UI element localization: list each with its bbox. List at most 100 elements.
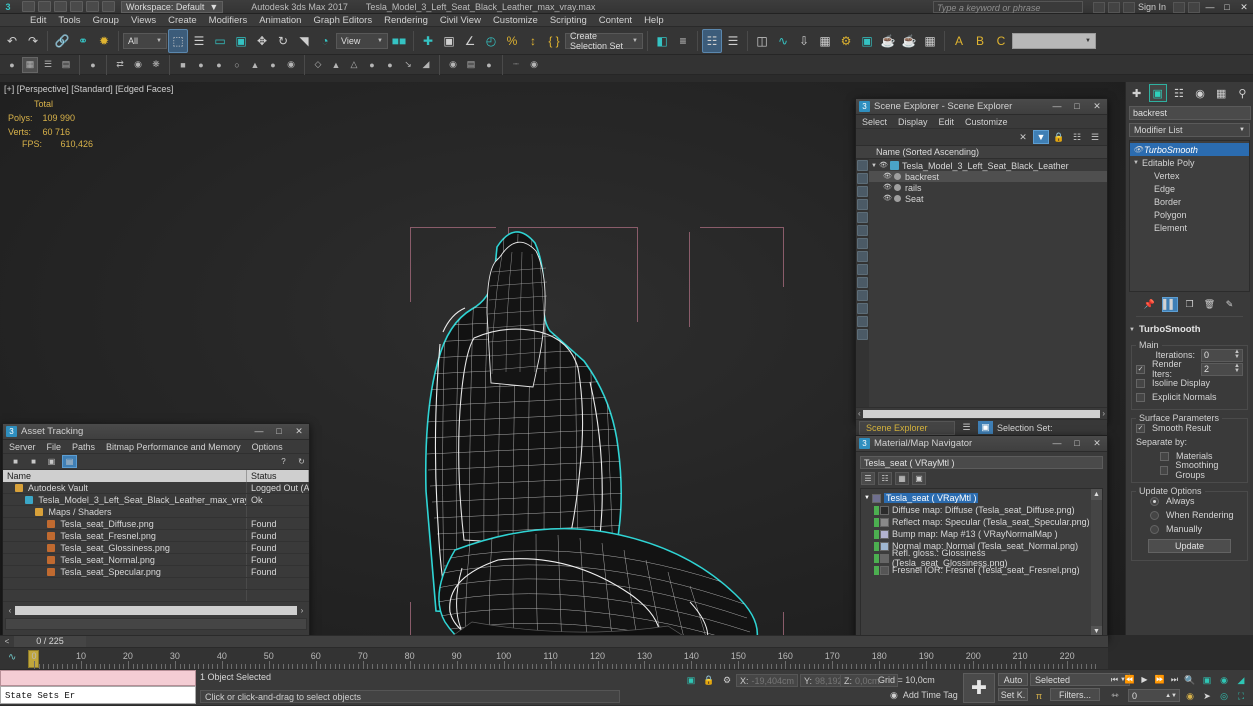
helper-icon[interactable]: ● — [481, 57, 497, 73]
material-tree-list[interactable]: ▼ Tesla_seat ( VRayMtl ) Diffuse map: Di… — [860, 488, 1103, 638]
materials-checkbox[interactable] — [1160, 451, 1169, 461]
lock-icon[interactable]: 🔒 — [1051, 130, 1067, 144]
menu-item-display[interactable]: Display — [898, 117, 928, 127]
render-iters-spinner[interactable]: 2 ▲ ▼ — [1201, 362, 1243, 376]
menu-item-rendering[interactable]: Rendering — [378, 14, 434, 27]
update-button[interactable]: Update — [1148, 539, 1231, 553]
modifier-stack[interactable]: 👁 TurboSmooth ▼ Editable Poly Vertex Edg… — [1129, 140, 1250, 292]
absolute-relative-toggle-icon[interactable]: ⚙ — [720, 674, 734, 687]
list-view-icon[interactable]: ☰ — [861, 472, 875, 485]
view-detail-icon[interactable]: ■ — [26, 455, 41, 468]
table-row[interactable]: Tesla_seat_Normal.png Found — [3, 554, 309, 566]
expand-arrow-icon[interactable]: ▼ — [1133, 160, 1142, 166]
update-manually-row[interactable]: Manually — [1136, 522, 1243, 536]
smoothing-groups-checkbox[interactable] — [1160, 465, 1169, 475]
backface-icon[interactable] — [857, 303, 868, 314]
select-object-button[interactable]: ⬚ — [168, 28, 188, 53]
object-paint-icon[interactable]: ▤ — [58, 57, 74, 73]
cone-primitive-icon[interactable]: ▲ — [247, 57, 263, 73]
material-map-navigator-window[interactable]: 3 Material/Map Navigator — □ ✕ Tesla_sea… — [855, 435, 1108, 640]
table-row[interactable]: Tesla_seat_Glossiness.png Found — [3, 542, 309, 554]
material-tree-row-fresnel[interactable]: Fresnel IOR: Fresnel (Tesla_seat_Fresnel… — [864, 564, 1102, 576]
save-file-icon[interactable] — [54, 1, 67, 12]
select-and-manipulate-button[interactable]: ✚ — [418, 29, 438, 53]
menu-item-group[interactable]: Group — [87, 14, 125, 27]
chamfer-cyl-icon[interactable]: ● — [382, 57, 398, 73]
undo-icon[interactable] — [70, 1, 83, 12]
named-selection-sets-button[interactable]: { } — [544, 29, 564, 53]
placement-tool-button[interactable]: ◔ — [315, 29, 335, 53]
scroll-left-icon[interactable]: ‹ — [858, 409, 861, 418]
freeze-icon[interactable] — [857, 199, 868, 210]
frame-indicator[interactable]: 0 / 225 — [14, 636, 86, 647]
auto-key-button[interactable]: Auto — [998, 673, 1028, 686]
tab-modify[interactable]: ▣ — [1148, 84, 1167, 102]
iterations-spinner[interactable]: 0 ▲ ▼ — [1201, 348, 1243, 362]
current-frame-field[interactable]: 0 ▲▼ — [1128, 689, 1180, 702]
smooth-result-row[interactable]: ✓ Smooth Result — [1136, 421, 1243, 435]
scene-explorer-list[interactable]: ▼ 👁 Tesla_Model_3_Left_Seat_Black_Leathe… — [856, 159, 1107, 407]
maxscript-listener[interactable]: State Sets Er — [0, 670, 196, 706]
array-icon[interactable]: ⇄ — [112, 57, 128, 73]
stack-subobject-vertex[interactable]: Vertex — [1130, 169, 1249, 182]
tab-create[interactable]: ✚ — [1128, 84, 1146, 102]
pyramid-primitive-icon[interactable]: ▲ — [328, 57, 344, 73]
box-mode-icon[interactable] — [857, 225, 868, 236]
selection-filter-dropdown[interactable]: All ▼ — [123, 32, 167, 49]
camera-icon[interactable]: ▤ — [463, 57, 479, 73]
update-manually-radio[interactable] — [1150, 524, 1159, 534]
view-thumbnail-icon[interactable]: ▣ — [44, 455, 59, 468]
column-header-status[interactable]: Status — [247, 470, 309, 482]
viewport-navigation-row1[interactable]: 🔍 ▣ ◉ ◢ — [1182, 673, 1249, 687]
minimize-button[interactable]: — — [1203, 1, 1217, 14]
update-when-rendering-row[interactable]: When Rendering — [1136, 508, 1243, 522]
delete-modifier-icon[interactable]: 🗑 — [1202, 297, 1218, 312]
render-production-button[interactable]: ☕ — [878, 29, 898, 53]
spacing-tool-icon[interactable]: ❋ — [148, 57, 164, 73]
add-time-tag-button[interactable]: ◉ Add Time Tag — [890, 690, 958, 701]
set-key-button[interactable]: ✚ — [963, 673, 995, 703]
walkthrough-icon[interactable]: ➤ — [1199, 689, 1215, 703]
maxscript-input-pink[interactable] — [0, 670, 196, 686]
scene-explorer-column-header[interactable]: Name (Sorted Ascending) — [856, 146, 1107, 159]
undo-button[interactable]: ↶ — [2, 29, 22, 53]
scene-tree-row-rails[interactable]: 👁 rails — [869, 182, 1107, 193]
table-row[interactable]: Tesla_seat_Fresnel.png Found — [3, 530, 309, 542]
material-tree-row-glossiness[interactable]: Refl. gloss.: Glossiness (Tesla_seat_Glo… — [864, 548, 1102, 568]
object-color-swatch[interactable] — [894, 184, 901, 191]
scroll-left-icon[interactable]: ‹ — [5, 606, 15, 615]
minimize-button[interactable]: — — [249, 424, 269, 439]
eye-icon[interactable]: 👁 — [883, 183, 892, 192]
modeling-icon[interactable]: ● — [4, 57, 20, 73]
expand-arrow-icon[interactable]: ▼ — [864, 495, 870, 501]
coord-x-field[interactable]: X: -19,404cm — [736, 674, 798, 687]
play-animation-button[interactable]: ▶ — [1138, 673, 1151, 686]
render-iters-checkbox[interactable]: ✓ — [1136, 364, 1145, 374]
align-button[interactable]: ≡ — [673, 29, 693, 53]
eye-icon[interactable]: 👁 — [883, 194, 892, 203]
isoline-display-checkbox[interactable] — [1136, 378, 1145, 388]
menu-item-customize[interactable]: Customize — [965, 117, 1008, 127]
tab-motion[interactable]: ◉ — [1191, 84, 1209, 102]
pin-stack-icon[interactable]: 📌 — [1142, 297, 1158, 312]
sign-in-button[interactable]: Sign In — [1138, 2, 1166, 12]
key-filters-button[interactable]: Filters... — [1050, 688, 1100, 701]
cylinder-primitive-icon[interactable]: ● — [211, 57, 227, 73]
app-store-icon[interactable] — [1122, 1, 1135, 13]
scroll-up-icon[interactable]: ▲ — [1091, 489, 1102, 500]
command-panel[interactable]: ✚ ▣ ☷ ◉ ▦ ⚲ Modifier List ▼ 👁 TurboSmoot… — [1125, 82, 1253, 635]
menu-item-paths[interactable]: Paths — [72, 442, 95, 452]
stack-subobject-border[interactable]: Border — [1130, 195, 1249, 208]
tab-hierarchy[interactable]: ☷ — [1170, 84, 1188, 102]
object-color-swatch[interactable] — [894, 173, 901, 180]
list-icons-view-icon[interactable]: ☷ — [878, 472, 892, 485]
playback-controls[interactable]: ⏮ ⏪ ▶ ⏩ ⏭ — [1108, 673, 1181, 686]
go-to-start-button[interactable]: ⏮ — [1108, 673, 1121, 686]
material-slot-b-button[interactable]: B — [970, 29, 990, 53]
refresh-icon[interactable]: ↻ — [294, 455, 309, 468]
plane-primitive-icon[interactable]: ◇ — [310, 57, 326, 73]
update-when-rendering-radio[interactable] — [1150, 510, 1159, 520]
share-icon[interactable] — [1092, 1, 1105, 13]
c-extrusion-icon[interactable]: ◢ — [418, 57, 434, 73]
asset-tracking-hscrollbar[interactable]: ‹ › — [5, 604, 307, 616]
